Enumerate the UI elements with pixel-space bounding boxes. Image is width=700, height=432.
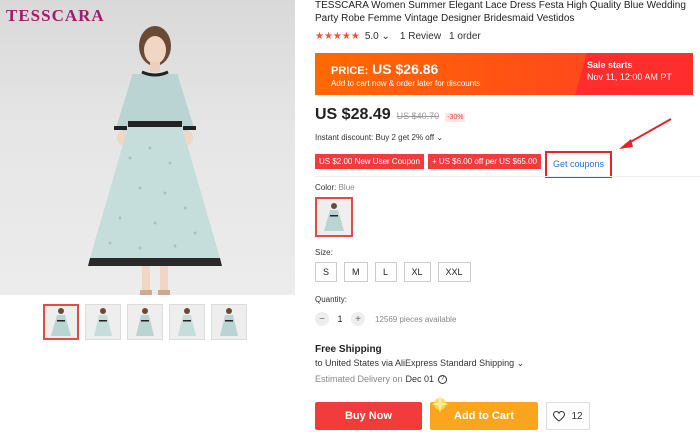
help-icon[interactable]: ?: [438, 374, 448, 384]
quantity-input[interactable]: 1: [329, 314, 351, 324]
dress-thumbnail-icon: [220, 308, 238, 336]
new-user-coupon[interactable]: US $2.00 New User Coupon: [315, 154, 424, 169]
thumbnail-1[interactable]: [43, 304, 79, 340]
estimated-delivery-date: Dec 01: [405, 374, 435, 384]
size-option-m[interactable]: M: [344, 262, 368, 282]
estimated-delivery-label: Estimated Delivery on: [315, 374, 403, 384]
discount-badge: -30%: [445, 113, 466, 122]
rating-score: 5.0: [364, 31, 379, 42]
promo-price-value: US $26.86: [372, 61, 439, 77]
estimated-delivery: Estimated Delivery on Dec 01 ?: [315, 374, 448, 384]
wishlist-count: 12: [571, 410, 583, 422]
add-to-cart-label: Add to Cart: [454, 410, 514, 422]
dress-thumbnail-icon: [178, 308, 196, 336]
size-option-xxl[interactable]: XXL: [437, 262, 471, 282]
dress-thumbnail-icon: [94, 308, 112, 336]
store-coupon[interactable]: + US $6.00 off per US $65.00: [427, 154, 541, 169]
color-value: Blue: [338, 183, 355, 192]
shipping-title: Free Shipping: [315, 344, 382, 355]
price-row: US $28.49 US $40.70 -30%: [315, 106, 466, 124]
sale-starts-label: Sale starts: [587, 60, 633, 70]
rating-row: ★★★★★ 5.0 ⌄ 1 Review 1 order: [315, 31, 700, 42]
dress-thumbnail-icon: [136, 308, 154, 336]
thumbnail-2[interactable]: [85, 304, 121, 340]
add-to-cart-button[interactable]: Add to Cart: [430, 395, 538, 430]
size-option-l[interactable]: L: [374, 262, 397, 282]
divider: [315, 176, 700, 177]
promo-price: PRICE: US $26.86: [331, 61, 438, 77]
instant-discount-dropdown[interactable]: Instant discount: Buy 2 get 2% off ⌄: [315, 133, 443, 142]
product-title: TESSCARA Women Summer Elegant Lace Dress…: [315, 0, 686, 24]
size-options: S M L XL XXL: [315, 262, 471, 282]
color-label: Color: Blue: [315, 183, 355, 192]
promo-price-label: PRICE:: [331, 65, 369, 77]
promo-banner: PRICE: US $26.86 Add to cart now & order…: [315, 53, 693, 95]
reviews-link[interactable]: 1 Review: [400, 31, 441, 42]
quantity-plus-button[interactable]: +: [351, 312, 365, 326]
quantity-minus-button[interactable]: −: [315, 312, 329, 326]
dress-thumbnail-icon: [51, 308, 71, 336]
dress-swatch-icon: [324, 203, 344, 231]
promo-note: Add to cart now & order later for discou…: [331, 79, 481, 88]
thumbnail-gallery: [43, 304, 247, 340]
size-option-s[interactable]: S: [315, 262, 338, 282]
buy-now-button[interactable]: Buy Now: [315, 402, 422, 430]
color-swatch-blue[interactable]: [315, 197, 353, 237]
heart-icon: [553, 410, 566, 422]
rating-value[interactable]: 5.0 ⌄: [365, 31, 390, 42]
thumbnail-3[interactable]: [127, 304, 163, 340]
color-label-text: Color:: [315, 183, 337, 192]
chevron-down-icon: ⌄: [381, 31, 390, 42]
current-price: US $28.49: [315, 106, 391, 123]
star-rating-icon: ★★★★★: [315, 31, 360, 42]
product-info: TESSCARA Women Summer Elegant Lace Dress…: [315, 0, 700, 430]
shipping-method-dropdown[interactable]: to United States via AliExpress Standard…: [315, 358, 524, 369]
sale-start-time: Nov 11, 12:00 AM PT: [587, 72, 672, 82]
product-main-image[interactable]: TESSCARA: [0, 0, 295, 295]
size-label: Size:: [315, 248, 333, 257]
quantity-label: Quantity:: [315, 295, 348, 304]
get-coupons-link[interactable]: Get coupons: [545, 151, 613, 178]
wishlist-button[interactable]: 12: [546, 402, 590, 430]
orders-count: 1 order: [449, 31, 481, 42]
annotation-arrow-icon: [619, 118, 672, 149]
original-price: US $40.70: [396, 111, 440, 121]
coupon-row: US $2.00 New User Coupon + US $6.00 off …: [315, 148, 613, 178]
stock-available: 12569 pieces available: [375, 314, 457, 324]
model-dress-illustration: [88, 26, 222, 295]
sale-countdown-box: Sale starts Nov 11, 12:00 AM PT: [575, 53, 693, 95]
action-buttons: Buy Now Add to Cart 12: [315, 395, 590, 430]
quantity-stepper: − 1 + 12569 pieces available: [315, 312, 456, 326]
size-option-xl[interactable]: XL: [403, 262, 431, 282]
sparkle-icon: [431, 395, 449, 413]
thumbnail-4[interactable]: [169, 304, 205, 340]
thumbnail-5[interactable]: [211, 304, 247, 340]
